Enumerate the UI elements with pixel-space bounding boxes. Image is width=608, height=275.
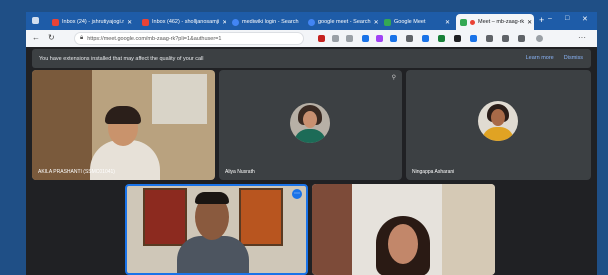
avatar	[290, 103, 330, 143]
more-options-icon[interactable]: ⋯	[292, 189, 302, 199]
participant-name: Aliya Nusrath	[225, 169, 255, 175]
close-window-button[interactable]: ✕	[582, 15, 588, 23]
window-background	[152, 74, 207, 124]
gmail-icon	[52, 18, 59, 26]
browser-window: Inbox (24) - jshrutiyajogi.r ✕ Inbox (46…	[26, 12, 597, 275]
camera-indicator-icon[interactable]	[318, 35, 325, 42]
avatar-clothes	[482, 127, 514, 141]
tab-google-meet[interactable]: Google Meet ✕	[380, 14, 454, 30]
refresh-icon[interactable]: ↻	[48, 33, 55, 42]
tab-title: mediwiki login - Search	[242, 19, 299, 25]
participant-tile-presenter[interactable]: ⋯	[125, 184, 308, 275]
search-icon	[308, 18, 315, 26]
extension-icon-8[interactable]	[470, 35, 477, 42]
pin-icon[interactable]: ⚲	[392, 74, 396, 81]
meet-icon	[384, 18, 391, 26]
favorites-icon[interactable]	[502, 35, 509, 42]
participant-tile-ningappa[interactable]: Ningappa Asharani	[406, 70, 591, 180]
extension-icon-5[interactable]	[422, 35, 429, 42]
extension-icon-7[interactable]	[454, 35, 461, 42]
tab-title: Meet – mb-zaag-rk	[478, 19, 525, 25]
bookshelf-background	[32, 70, 92, 180]
tab-google-meet-search[interactable]: google meet - Search ✕	[304, 14, 378, 30]
extension-icon-3[interactable]	[390, 35, 397, 42]
collections-icon[interactable]	[518, 35, 525, 42]
participant-name: AKILA PRASHANTI (SSMC01041)	[38, 169, 115, 175]
read-aloud-icon[interactable]	[332, 35, 339, 42]
back-icon[interactable]: ←	[32, 33, 40, 42]
meet-icon	[460, 18, 467, 26]
close-icon[interactable]: ✕	[445, 19, 450, 26]
portrait-frame-right	[239, 188, 283, 246]
search-icon	[232, 18, 239, 26]
tab-mediwiki-search[interactable]: mediwiki login - Search ✕	[228, 14, 302, 30]
close-icon[interactable]: ✕	[374, 19, 378, 26]
extensions-icon[interactable]	[486, 35, 493, 42]
person-hair	[195, 192, 229, 204]
tab-inbox-1[interactable]: Inbox (24) - jshrutiyajogi.r ✕	[48, 14, 136, 30]
participant-name: Ningappa Asharani	[412, 169, 455, 175]
maximize-button[interactable]: □	[565, 15, 569, 22]
new-tab-button[interactable]: +	[539, 15, 544, 25]
person-face	[388, 224, 418, 264]
person-body	[177, 236, 249, 273]
window-menu-icon[interactable]	[32, 17, 39, 24]
portrait-frame-left	[143, 188, 187, 246]
gmail-icon	[142, 18, 149, 26]
profile-avatar[interactable]	[536, 35, 543, 42]
lock-icon: 🔒︎	[80, 35, 84, 41]
participant-tile-bottom-right[interactable]	[312, 184, 495, 275]
tab-bar: Inbox (24) - jshrutiyajogi.r ✕ Inbox (46…	[26, 12, 597, 30]
tab-inbox-2[interactable]: Inbox (462) - sholljanosamji ✕	[138, 14, 226, 30]
close-icon[interactable]: ✕	[127, 19, 132, 26]
avatar-face	[491, 109, 505, 126]
tab-title: Inbox (462) - sholljanosamji	[152, 19, 220, 25]
tab-title: google meet - Search	[318, 19, 371, 25]
curtain-background	[312, 184, 352, 275]
close-icon[interactable]: ✕	[527, 19, 532, 26]
avatar	[478, 101, 518, 141]
browser-toolbar: ← ↻ 🔒︎ https://meet.google.com/mb-zaag-r…	[26, 30, 597, 47]
extension-icon-2[interactable]	[376, 35, 383, 42]
more-menu-icon[interactable]: ···	[578, 33, 586, 42]
wall-background	[442, 184, 495, 275]
tab-title: Inbox (24) - jshrutiyajogi.r	[62, 19, 125, 25]
extension-icon-4[interactable]	[406, 35, 413, 42]
warning-message: You have extensions installed that may a…	[39, 55, 204, 62]
extensions-warning-banner: You have extensions installed that may a…	[32, 49, 591, 68]
address-bar[interactable]: 🔒︎ https://meet.google.com/mb-zaag-rk?pl…	[74, 32, 304, 45]
extension-icon-6[interactable]	[438, 35, 445, 42]
recording-icon	[470, 19, 475, 25]
participant-tile-akila[interactable]: AKILA PRASHANTI (SSMC01041)	[32, 70, 215, 180]
minimize-button[interactable]: –	[548, 15, 552, 22]
favorite-icon[interactable]	[346, 35, 353, 42]
person-hair	[105, 106, 141, 124]
extension-icon-1[interactable]	[362, 35, 369, 42]
url-text: https://meet.google.com/mb-zaag-rk?pli=1…	[87, 35, 222, 42]
dismiss-button[interactable]: Dismiss	[564, 55, 583, 61]
avatar-clothes	[294, 129, 326, 143]
tab-title: Google Meet	[394, 19, 426, 25]
close-icon[interactable]: ✕	[222, 19, 226, 26]
learn-more-link[interactable]: Learn more	[526, 55, 554, 61]
participant-tile-aliya[interactable]: ⚲ Aliya Nusrath	[219, 70, 402, 180]
tab-meet-active[interactable]: Meet – mb-zaag-rk ✕	[456, 14, 534, 30]
avatar-face	[303, 111, 317, 128]
